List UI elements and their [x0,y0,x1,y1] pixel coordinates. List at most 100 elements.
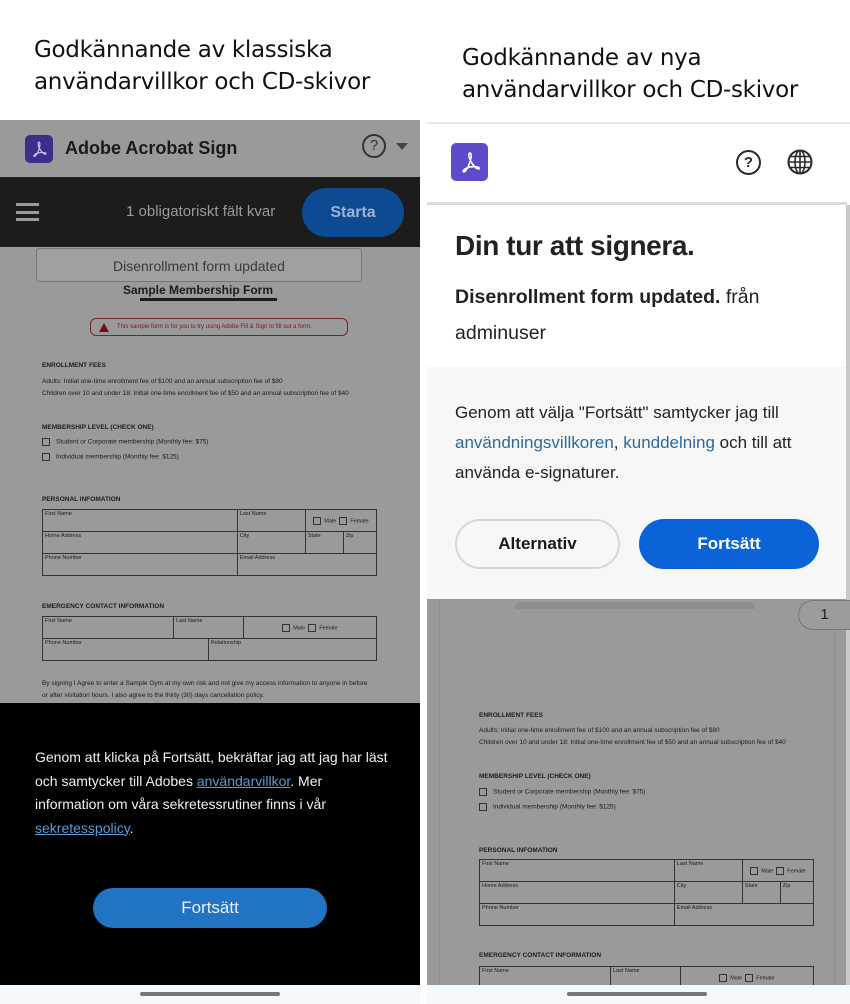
relationship-field[interactable]: Relationship [207,638,378,661]
checkbox[interactable] [42,453,50,461]
scrollbar[interactable] [846,205,850,985]
emergency-contact-table: First Name Last Name Male Female Phone N… [42,616,378,661]
section-heading: EMERGENCY CONTACT INFORMATION [479,952,602,959]
option-label: Individual membership (Monthly fee: $125… [56,453,179,461]
last-name-field[interactable]: Last Name [173,616,244,639]
app-header: Adobe Acrobat Sign ? [0,120,420,177]
app-title: Adobe Acrobat Sign [65,138,238,158]
panel-caption: Godkännande av klassiska användarvillkor… [34,34,370,98]
phone-field[interactable]: Phone Number [42,638,209,661]
consent-text-part: , [613,433,624,452]
checkbox[interactable] [719,973,728,982]
checkbox[interactable] [282,623,291,632]
male-label: Male [324,517,337,524]
checkbox[interactable] [750,866,759,875]
system-nav-bar [427,985,850,1004]
continue-button[interactable]: Fortsätt [93,888,327,928]
caption-line: Godkännande av nya [462,45,702,71]
privacy-policy-link[interactable]: sekretesspolicy [35,820,130,836]
document-name: Disenrollment form updated. [455,286,721,308]
section-heading: PERSONAL INFOMATION [479,847,558,854]
chevron-down-icon[interactable] [396,143,408,150]
home-address-field[interactable]: Home Address [42,531,238,554]
checkbox[interactable] [776,866,785,875]
first-name-field[interactable]: First Name [42,616,174,639]
signing-toolbar: 1 obligatoriskt fält kvar Starta [0,177,420,247]
section-heading: ENROLLMENT FEES [479,712,543,719]
checkbox[interactable] [745,973,754,982]
home-indicator[interactable] [567,992,707,996]
phone-field[interactable]: Phone Number [479,903,675,926]
state-field[interactable]: State [741,881,781,904]
membership-option[interactable]: Student or Corporate membership (Monthly… [42,438,208,446]
gender-field[interactable]: Male Female [242,616,378,639]
checkbox[interactable] [42,438,50,446]
last-name-field[interactable]: Last Name [673,859,743,882]
required-fields-status: 1 obligatoriskt fält kvar [126,203,276,220]
continue-button[interactable]: Fortsätt [639,519,819,569]
panel-caption: Godkännande av nya användarvillkor och C… [462,42,798,106]
terms-of-use-link[interactable]: användarvillkor [197,773,290,789]
acrobat-logo-icon [451,143,488,181]
membership-form: ENROLLMENT FEES Adults: Initial one-time… [479,712,819,992]
page-tab [515,602,755,609]
home-indicator[interactable] [140,992,280,996]
classic-consent-panel: Godkännande av klassiska användarvillkor… [0,0,420,1004]
form-title-rule [140,298,277,301]
membership-option[interactable]: Student or Corporate membership (Monthly… [479,788,645,796]
app-header: ? [427,124,850,202]
section-heading: MEMBERSHIP LEVEL (CHECK ONE) [479,773,591,780]
home-address-field[interactable]: Home Address [479,881,675,904]
system-nav-bar [0,985,420,1004]
terms-of-use-link[interactable]: användningsvillkoren [455,433,614,452]
email-field[interactable]: Email Address [673,903,815,926]
membership-option[interactable]: Individual membership (Monthly fee: $125… [42,453,179,461]
caption-line: användarvillkor och CD-skivor [34,69,371,95]
checkbox[interactable] [308,623,317,632]
city-field[interactable]: City [673,881,743,904]
fee-line: Children over 10 and under 18: Initial o… [479,739,786,746]
options-button[interactable]: Alternativ [455,519,620,569]
checkbox[interactable] [479,788,487,796]
fee-line: Children over 10 and under 18: Initial o… [42,390,349,397]
form-title: Sample Membership Form [122,283,274,297]
page-heading: Din tur att signera. [455,230,695,261]
email-field[interactable]: Email Address [236,553,378,576]
city-field[interactable]: City [236,531,306,554]
zip-field[interactable]: Zip [342,531,378,554]
first-name-field[interactable]: First Name [479,859,675,882]
last-name-field[interactable]: Last Name [236,509,306,532]
membership-option[interactable]: Individual membership (Monthly fee: $125… [479,803,616,811]
consent-text-part: . [129,819,134,836]
gender-field[interactable]: Male Female [304,509,378,532]
female-label: Female [319,624,338,631]
fee-line: Adults: Initial one-time enrollment fee … [479,727,720,734]
checkbox[interactable] [339,516,348,525]
acrobat-logo-icon [25,134,53,163]
help-icon[interactable]: ? [736,150,761,175]
form-notice: This sample form is for you to try using… [90,318,348,336]
globe-icon[interactable] [787,149,813,175]
phone-field[interactable]: Phone Number [42,553,238,576]
section-heading: MEMBERSHIP LEVEL (CHECK ONE) [42,424,154,431]
first-name-field[interactable]: First Name [42,509,238,532]
hamburger-menu-icon[interactable] [16,203,39,221]
new-consent-panel: Godkännande av nya användarvillkor och C… [427,0,850,1004]
personal-info-table: First Name Last Name Male Female Home Ad… [42,509,378,576]
checkbox[interactable] [313,516,322,525]
warning-icon [99,322,109,332]
option-label: Individual membership (Monthly fee: $125… [493,803,616,811]
consent-text-part: Genom att välja "Fortsätt" samtycker jag… [455,403,779,422]
personal-info-table: First Name Last Name Male Female Home Ad… [479,859,815,926]
zip-field[interactable]: Zip [779,881,815,904]
female-label: Female [756,974,775,981]
gender-field[interactable]: Male Female [741,859,815,882]
start-button[interactable]: Starta [302,188,404,237]
help-icon[interactable]: ? [362,134,386,158]
section-heading: PERSONAL INFOMATION [42,496,121,503]
customer-sharing-link[interactable]: kunddelning [623,433,715,452]
consent-card: Genom att välja "Fortsätt" samtycker jag… [427,367,846,599]
page-number-badge[interactable]: 1 [798,600,850,630]
checkbox[interactable] [479,803,487,811]
state-field[interactable]: State [304,531,344,554]
